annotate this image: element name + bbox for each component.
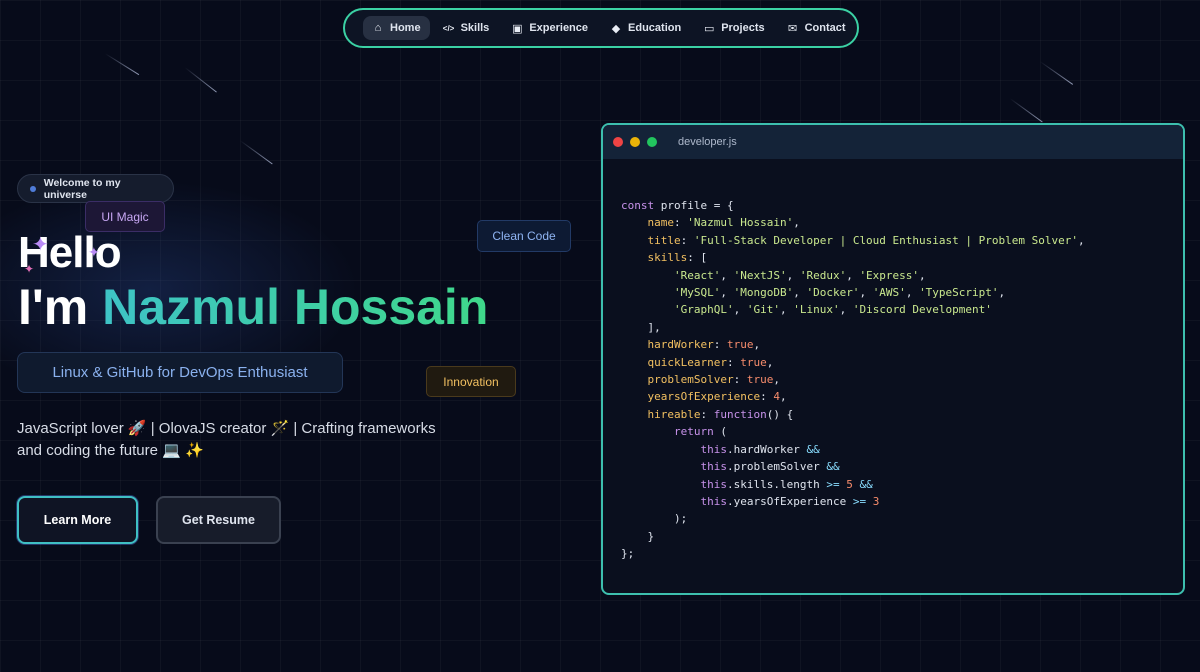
code-line: ], bbox=[621, 320, 661, 334]
close-dot-icon[interactable] bbox=[613, 137, 623, 147]
minimize-dot-icon[interactable] bbox=[630, 137, 640, 147]
status-dot bbox=[30, 185, 36, 192]
clean-code-tag: Clean Code bbox=[477, 220, 571, 252]
home-icon: ⌂ bbox=[374, 22, 382, 34]
code-line: const profile = { bbox=[621, 199, 734, 212]
sparkle-icon: ✦ bbox=[24, 262, 35, 276]
code-content: const profile = { name: 'Nazmul Hossain'… bbox=[603, 159, 1183, 563]
code-window-titlebar: developer.js bbox=[603, 125, 1183, 159]
nav-item-experience[interactable]: ▣ Experience bbox=[502, 16, 597, 41]
nav-item-label: Projects bbox=[721, 22, 765, 34]
get-resume-button[interactable]: Get Resume bbox=[156, 496, 281, 544]
code-line: this.problemSolver && bbox=[700, 460, 840, 474]
code-line: quickLearner: true, bbox=[647, 355, 774, 369]
code-line: this.hardWorker && bbox=[700, 442, 820, 456]
code-line: ); bbox=[621, 512, 688, 526]
nav-item-education[interactable]: ◆ Education bbox=[601, 16, 690, 41]
code-line: skills: [ bbox=[647, 251, 708, 265]
code-line: title: 'Full-Stack Developer | Cloud Ent… bbox=[647, 233, 1085, 247]
code-line: hireable: function() { bbox=[647, 407, 794, 421]
envelope-icon: ✉ bbox=[788, 22, 798, 35]
top-navbar: ⌂ Home </> Skills ▣ Experience ◆ Education ▭ Proj… bbox=[343, 8, 859, 48]
code-icon: </> bbox=[442, 23, 455, 33]
code-line: }; bbox=[621, 547, 635, 561]
code-line: this.yearsOfExperience >= 3 bbox=[700, 494, 880, 508]
nav-item-label: Education bbox=[628, 22, 682, 34]
developer-name: Nazmul Hossain bbox=[102, 279, 489, 335]
code-line: 'GraphQL', 'Git', 'Linux', 'Discord Deve… bbox=[673, 303, 992, 317]
nav-item-skills[interactable]: </> Skills bbox=[434, 16, 499, 40]
im-text: I'm bbox=[18, 279, 89, 335]
hero-description: JavaScript lover 🚀 | OlovaJS creator 🪄 |… bbox=[17, 418, 447, 462]
nav-item-home[interactable]: ⌂ Home bbox=[363, 16, 430, 40]
welcome-badge: Welcome to my universe bbox=[17, 174, 174, 203]
role-subtitle: Linux & GitHub for DevOps Enthusiast bbox=[17, 352, 343, 393]
code-line: this.skills.length >= 5 && bbox=[700, 477, 873, 491]
name-heading: I'm Nazmul Hossain bbox=[18, 278, 488, 336]
code-line: } bbox=[621, 529, 655, 543]
code-line: problemSolver: true, bbox=[647, 373, 780, 387]
code-line: 'MySQL', 'MongoDB', 'Docker', 'AWS', 'Ty… bbox=[673, 286, 1006, 300]
graduation-cap-icon: ◆ bbox=[611, 22, 621, 35]
sparkle-icon: ✦ bbox=[88, 244, 100, 260]
briefcase-icon: ▣ bbox=[512, 22, 523, 35]
code-line: hardWorker: true, bbox=[647, 338, 761, 352]
maximize-dot-icon[interactable] bbox=[647, 137, 657, 147]
nav-item-projects[interactable]: ▭ Projects bbox=[694, 16, 773, 41]
description-line: and coding the future 💻 ✨ bbox=[17, 442, 204, 459]
nav-item-contact[interactable]: ✉ Contact bbox=[778, 16, 855, 41]
sparkle-icon: ✦ bbox=[32, 234, 49, 256]
code-line: return ( bbox=[673, 425, 727, 439]
code-window: developer.js const profile = { name: 'Na… bbox=[601, 123, 1185, 595]
nav-item-label: Skills bbox=[460, 22, 490, 34]
code-line: yearsOfExperience: 4, bbox=[647, 390, 787, 404]
innovation-tag: Innovation bbox=[426, 366, 516, 397]
nav-item-label: Home bbox=[390, 22, 421, 34]
monitor-icon: ▭ bbox=[703, 22, 715, 35]
code-line: 'React', 'NextJS', 'Redux', 'Express', bbox=[673, 268, 926, 282]
learn-more-button[interactable]: Learn More bbox=[17, 496, 138, 544]
welcome-badge-label: Welcome to my universe bbox=[43, 176, 121, 201]
nav-item-label: Experience bbox=[529, 22, 589, 34]
code-filename: developer.js bbox=[678, 136, 737, 148]
code-line: name: 'Nazmul Hossain', bbox=[647, 216, 800, 230]
nav-item-label: Contact bbox=[804, 22, 846, 34]
description-line: JavaScript lover 🚀 | OlovaJS creator 🪄 |… bbox=[17, 420, 436, 437]
